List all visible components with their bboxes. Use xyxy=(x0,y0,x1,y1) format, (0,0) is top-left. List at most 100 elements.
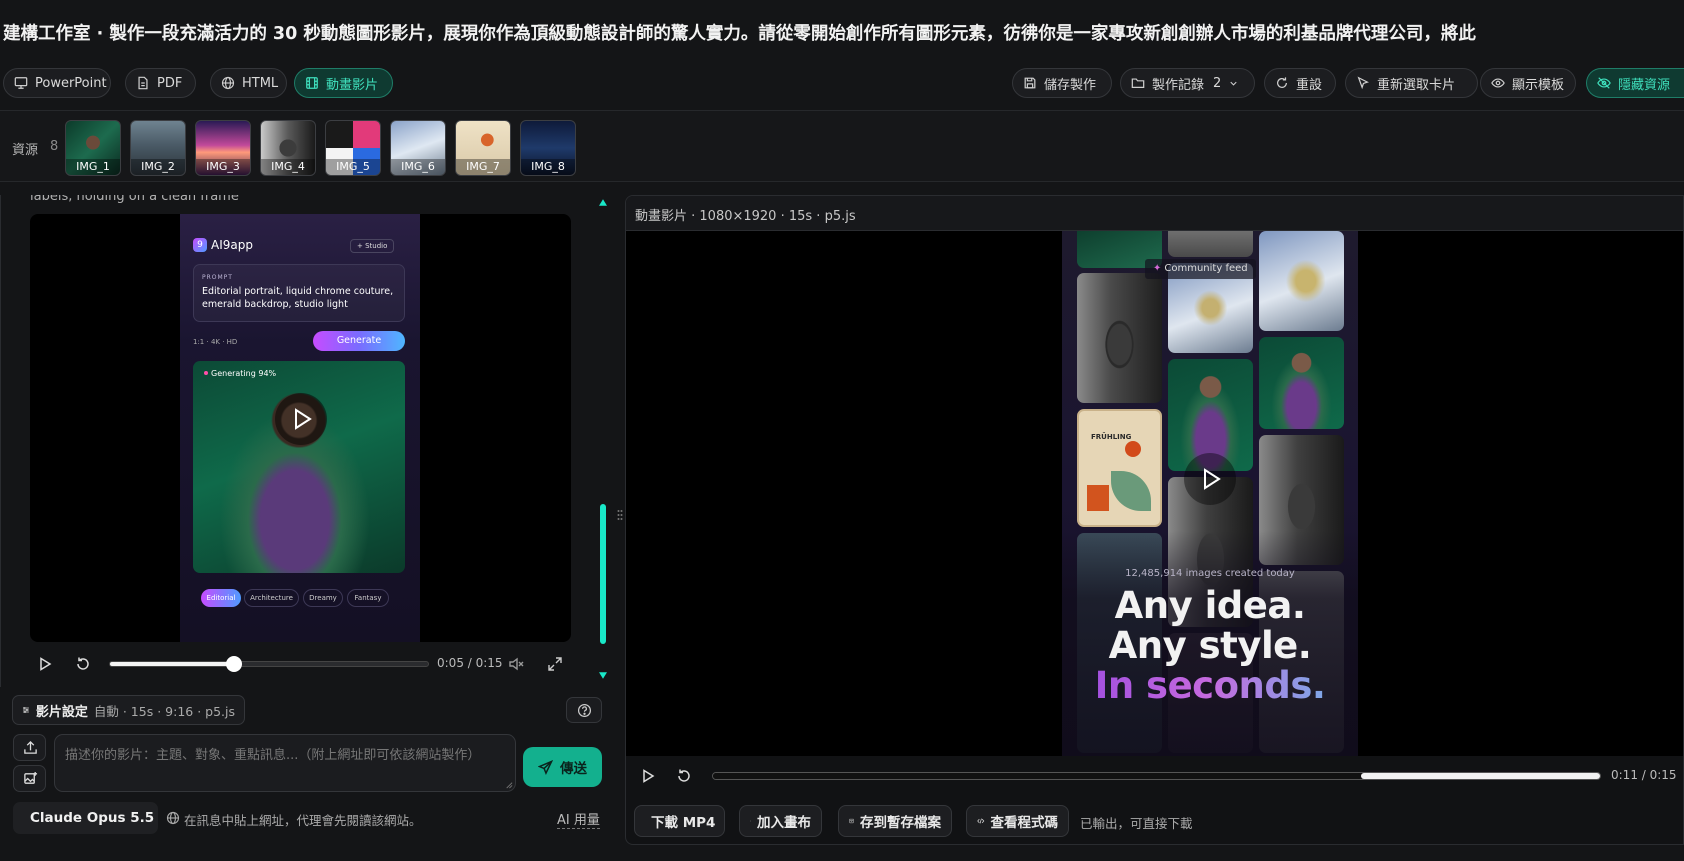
asset-thumbnail[interactable]: IMG_8 xyxy=(520,120,576,176)
style-tag[interactable]: Dreamy xyxy=(303,589,343,607)
reselect-card-button[interactable]: 重新選取卡片 xyxy=(1345,68,1478,98)
send-button[interactable]: 傳送 xyxy=(523,747,602,787)
headline-line-1: Any idea. xyxy=(1114,584,1306,627)
preview-seek-handle[interactable] xyxy=(226,656,243,672)
feed-card xyxy=(1168,231,1253,257)
video-player[interactable]: FRÜHLING ✦ Community feed 12,485,914 ima… xyxy=(626,231,1683,756)
video-panel: 動畫影片 · 1080×1920 · 15s · p5.js FRÜHLING xyxy=(625,195,1684,845)
chat-panel: labels, holding on a clean frame 9 AI9ap… xyxy=(0,195,612,845)
asset-thumbnail[interactable]: IMG_6 xyxy=(390,120,446,176)
production-history-dropdown[interactable]: 製作記錄 2 xyxy=(1120,68,1255,98)
preview-seek-bar[interactable] xyxy=(109,656,429,672)
export-label: 加入畫布 xyxy=(757,815,811,831)
export-label: 查看程式碼 xyxy=(990,815,1059,831)
video-seek-played xyxy=(713,773,1361,779)
style-tag[interactable]: Architecture xyxy=(244,589,299,607)
play-icon[interactable] xyxy=(37,656,53,672)
play-icon[interactable] xyxy=(640,768,656,784)
video-settings-button[interactable]: 影片設定 自動 · 15s · 9:16 · p5.js xyxy=(12,695,245,725)
eye-off-icon xyxy=(1597,77,1611,89)
app-logo: 9 xyxy=(193,238,207,252)
style-tag[interactable]: Editorial xyxy=(201,589,241,607)
mute-icon[interactable] xyxy=(508,656,524,672)
scroll-down-icon[interactable] xyxy=(599,672,607,679)
format-powerpoint-button[interactable]: PowerPoint xyxy=(3,68,111,98)
format-html-button[interactable]: HTML xyxy=(210,68,287,98)
style-tags: Editorial Architecture Dreamy Fantasy xyxy=(201,589,421,609)
video-seek-buffered xyxy=(1360,773,1600,779)
video-panel-header: 動畫影片 · 1080×1920 · 15s · p5.js xyxy=(626,196,1683,231)
generate-button[interactable]: Generate xyxy=(313,331,405,351)
help-button[interactable] xyxy=(566,697,602,723)
feed-card xyxy=(1259,337,1344,429)
style-tag[interactable]: Fantasy xyxy=(347,589,389,607)
replay-icon[interactable] xyxy=(75,656,91,672)
panel-resize-handle[interactable] xyxy=(615,195,625,845)
asset-caption: IMG_7 xyxy=(456,159,510,175)
studio-chip[interactable]: + Studio xyxy=(350,239,395,253)
add-to-canvas-button[interactable]: 加入畫布 xyxy=(739,805,822,837)
asset-thumbnail[interactable]: IMG_5 xyxy=(325,120,381,176)
poster-leaf xyxy=(1111,471,1151,511)
download-mp4-button[interactable]: 下載 MP4 xyxy=(634,805,725,837)
upload-button[interactable] xyxy=(13,734,46,761)
asset-caption: IMG_3 xyxy=(196,159,250,175)
prompt-text: Editorial portrait, liquid chrome coutur… xyxy=(202,286,394,310)
export-label: 存到暫存檔案 xyxy=(860,815,941,831)
add-image-button[interactable] xyxy=(13,765,46,792)
format-pdf-button[interactable]: PDF xyxy=(125,68,196,98)
save-production-button[interactable]: 儲存製作 xyxy=(1012,68,1112,98)
refresh-icon xyxy=(1277,77,1287,88)
hide-assets-button[interactable]: 隱藏資源 xyxy=(1586,68,1684,98)
assets-count: 8 xyxy=(50,139,59,154)
resize-handle-icon[interactable] xyxy=(504,780,513,789)
format-video-button[interactable]: 動畫影片 xyxy=(294,68,393,98)
show-template-button[interactable]: 顯示模板 xyxy=(1480,68,1576,98)
play-overlay-button[interactable] xyxy=(1184,453,1236,505)
play-icon xyxy=(295,408,312,430)
reset-button[interactable]: 重設 xyxy=(1264,68,1336,98)
url-hint: 在訊息中貼上網址，代理會先閱讀該網站。 xyxy=(184,813,422,828)
asset-thumbnail[interactable]: IMG_7 xyxy=(455,120,511,176)
format-label: 動畫影片 xyxy=(326,77,379,93)
preview-controls: 0:05 / 0:15 xyxy=(30,647,571,681)
image-plus-icon xyxy=(24,771,38,784)
prompt-card[interactable]: PROMPT Editorial portrait, liquid chrome… xyxy=(193,264,405,322)
chat-scroll-area[interactable]: labels, holding on a clean frame 9 AI9ap… xyxy=(0,195,596,687)
play-overlay-button[interactable] xyxy=(275,393,327,445)
save-to-temp-button[interactable]: 存到暫存檔案 xyxy=(838,805,952,837)
globe-icon xyxy=(166,811,180,825)
images-created-stat: 12,485,914 images created today xyxy=(1125,568,1295,579)
asset-thumbnail[interactable]: IMG_4 xyxy=(260,120,316,176)
asset-caption: IMG_6 xyxy=(391,159,445,175)
settings-value: 自動 · 15s · 9:16 · p5.js xyxy=(93,703,235,719)
video-seek-bar[interactable] xyxy=(712,772,1601,780)
community-feed-label: Community feed xyxy=(1164,263,1248,274)
preview-video[interactable]: 9 AI9app + Studio PROMPT Editorial portr… xyxy=(30,214,571,642)
play-icon xyxy=(1204,468,1221,490)
send-label: 傳送 xyxy=(560,761,587,777)
prompt-input[interactable]: 描述你的影片：主題、對象、重點訊息...（附上網址即可依該網站製作） xyxy=(54,734,516,792)
model-selector[interactable]: Claude Opus 5.5 xyxy=(13,802,158,834)
asset-thumbnail[interactable]: IMG_3 xyxy=(195,120,251,176)
video-controls: 0:11 / 0:15 xyxy=(626,756,1683,796)
fullscreen-icon[interactable] xyxy=(547,656,563,672)
ai-usage-link[interactable]: AI 用量 xyxy=(557,809,600,829)
asset-thumbnail[interactable]: IMG_2 xyxy=(130,120,186,176)
pointer-icon xyxy=(1357,76,1369,90)
window-title: 建構工作室 · 製作一段充滿活力的 30 秒動態圖形影片，展現你作為頂級動態設計… xyxy=(3,24,1476,44)
action-label: 顯示模板 xyxy=(1512,77,1565,93)
view-code-button[interactable]: 查看程式碼 xyxy=(966,805,1069,837)
chat-scrollbar-thumb[interactable] xyxy=(600,504,606,644)
action-label: 隱藏資源 xyxy=(1618,77,1671,93)
chevron-down-icon xyxy=(1230,81,1237,86)
prompt-label: PROMPT xyxy=(202,274,233,281)
asset-caption: IMG_2 xyxy=(131,159,185,175)
chat-scrollbar[interactable] xyxy=(598,199,608,679)
format-label: PDF xyxy=(157,75,183,91)
export-label: 下載 MP4 xyxy=(651,815,716,831)
asset-thumbnail[interactable]: IMG_1 xyxy=(65,120,121,176)
replay-icon[interactable] xyxy=(676,768,692,784)
presentation-icon xyxy=(14,77,28,89)
scroll-up-icon[interactable] xyxy=(599,199,607,206)
